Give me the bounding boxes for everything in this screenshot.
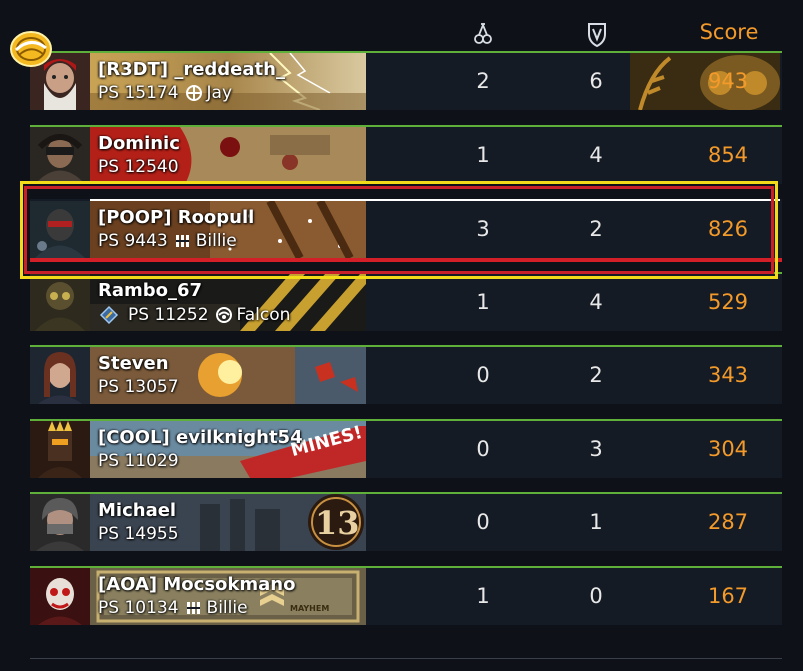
deaths-value: 4 [589,290,603,314]
player-avatar [30,274,90,331]
player-subline: PS 11252 Falcon [98,304,290,326]
game-logo-icon [8,28,54,70]
player-name: Michael [98,500,177,521]
score-header: Score [699,20,759,44]
player-row[interactable]: MAYHEM [AOA] Mocsokmano PS 10134 Billie … [30,566,782,625]
player-avatar [30,421,90,478]
player-avatar [30,494,90,551]
deaths-value: 1 [589,510,603,534]
player-banner: 13 Michael PS 14955 [90,494,366,551]
player-avatar [30,347,90,404]
kills-value: 0 [476,437,490,461]
player-subline: PS 12540 [98,157,185,177]
player-banner: Rambo_67 PS 11252 Falcon [90,274,366,331]
deaths-value: 6 [589,69,603,93]
player-row[interactable]: Steven PS 13057 0 2 343 [30,345,782,404]
score-value: 287 [707,510,749,534]
player-banner: Steven PS 13057 [90,347,366,404]
kills-icon [471,20,495,48]
kills-value: 2 [476,69,490,93]
player-banner: [R3DT] _reddeath_ PS 15174 Jay [90,53,366,110]
player-row[interactable]: Rambo_67 PS 11252 Falcon 1 4 529 [30,272,782,331]
player-ps: PS 10134 [98,598,179,618]
player-ps: PS 12540 [98,157,179,177]
player-avatar [30,568,90,625]
banner-thirteen-text: 13 [315,504,360,542]
highlight-underline [30,258,782,262]
player-banner: Dominic PS 12540 [90,127,366,184]
deaths-value: 0 [589,584,603,608]
player-banner: [POOP] Roopull PS 9443 Billie [90,201,366,258]
player-subline: PS 9443 Billie [98,231,237,251]
score-value: 304 [707,437,749,461]
player-class-name: Falcon [236,305,291,325]
player-avatar [30,201,90,258]
scoreboard-header: Score [0,0,803,50]
kills-value: 1 [476,584,490,608]
score-value: 343 [707,363,749,387]
kills-value: 1 [476,290,490,314]
player-ps: PS 11029 [98,451,179,471]
falcon-icon [215,306,233,324]
deaths-value: 2 [589,217,603,241]
player-row[interactable]: 13 Michael PS 14955 0 1 287 [30,492,782,551]
deaths-value: 4 [589,143,603,167]
player-name: [AOA] Mocsokmano [98,574,296,595]
rank-icon [98,304,120,326]
score-value: 529 [707,290,749,314]
player-subline: PS 15174 Jay [98,83,232,103]
player-banner: MAYHEM [AOA] Mocsokmano PS 10134 Billie [90,568,366,625]
player-subline: PS 14955 [98,524,185,544]
score-value: 167 [707,584,749,608]
kills-value: 3 [476,217,490,241]
player-name: Steven [98,353,169,374]
player-row-highlighted[interactable]: [POOP] Roopull PS 9443 Billie 3 2 826 [30,199,782,262]
scout-icon [185,84,203,102]
player-ps: PS 11252 [128,305,209,325]
player-banner: MINES! [COOL] evilknight54 PS 11029 [90,421,366,478]
player-name: [COOL] evilknight54 [98,427,303,448]
player-subline: PS 13057 [98,377,185,397]
fortify-icon [174,232,192,250]
score-value: 854 [707,143,749,167]
player-name: [R3DT] _reddeath_ [98,59,285,80]
player-name: Dominic [98,133,180,154]
player-class-name: Jay [206,83,233,103]
player-ps: PS 9443 [98,231,168,251]
player-ps: PS 13057 [98,377,179,397]
kills-value: 1 [476,143,490,167]
divider [30,658,782,659]
player-subline: PS 11029 [98,451,185,471]
player-subline: PS 10134 Billie [98,598,248,618]
deaths-value: 3 [589,437,603,461]
player-ps: PS 14955 [98,524,179,544]
player-avatar [30,127,90,184]
banner-mayhem-text: MAYHEM [290,604,330,613]
score-value: 943 [707,69,749,93]
kills-value: 0 [476,363,490,387]
player-row[interactable]: Dominic PS 12540 1 4 854 [30,125,782,184]
player-class-name: Billie [206,598,248,618]
player-name: [POOP] Roopull [98,207,255,228]
player-class-name: Billie [195,231,237,251]
player-ps: PS 15174 [98,83,179,103]
fortify-icon [185,599,203,617]
player-row[interactable]: MINES! [COOL] evilknight54 PS 11029 0 3 … [30,419,782,478]
player-row[interactable]: [R3DT] _reddeath_ PS 15174 Jay 2 6 943 [30,51,782,110]
score-value: 826 [707,217,749,241]
deaths-value: 2 [589,363,603,387]
player-name: Rambo_67 [98,280,203,301]
deaths-icon [585,20,609,48]
kills-value: 0 [476,510,490,534]
